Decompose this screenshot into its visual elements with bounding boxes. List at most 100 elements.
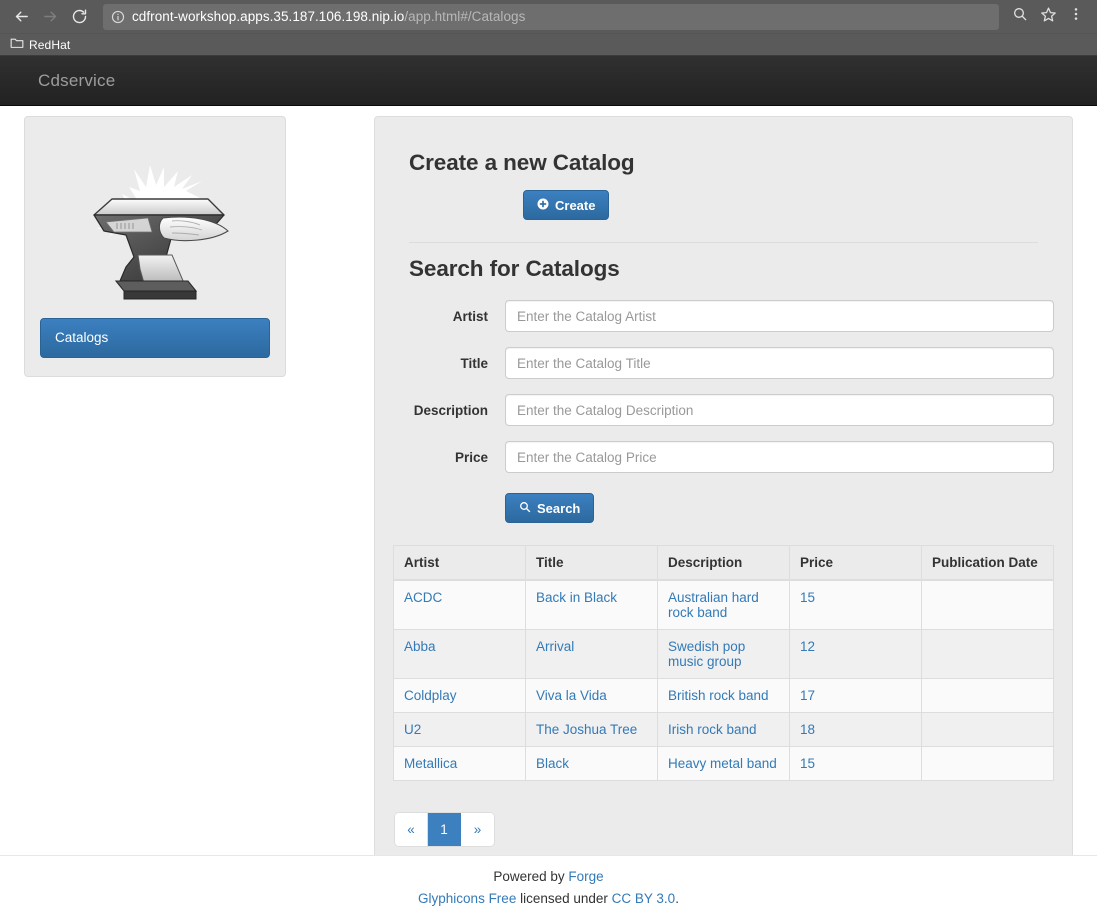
cell-artist: U2 [393, 712, 526, 747]
link-description[interactable]: British rock band [668, 688, 769, 703]
cell-publication-date [921, 579, 1054, 630]
form-row-price: Price [393, 441, 1054, 473]
table-head: Artist Title Description Price Publicati… [393, 545, 1054, 581]
page-info-icon[interactable] [111, 10, 125, 24]
browser-menu-button[interactable] [1063, 4, 1089, 30]
create-section-title: Create a new Catalog [409, 150, 635, 175]
bookmark-button[interactable] [1035, 4, 1061, 30]
search-input-artist[interactable] [505, 300, 1054, 332]
footer-link-ccby[interactable]: CC BY 3.0 [612, 891, 676, 906]
footer-line-license: Glyphicons Free licensed under CC BY 3.0… [0, 888, 1097, 909]
forward-button[interactable] [37, 4, 63, 30]
link-price[interactable]: 18 [800, 722, 815, 737]
plus-circle-icon [537, 198, 549, 212]
search-input-price[interactable] [505, 441, 1054, 473]
pagination-prev[interactable]: « [395, 813, 428, 846]
table-header-row: Artist Title Description Price Publicati… [393, 545, 1054, 581]
pagination-page-1[interactable]: 1 [428, 813, 461, 846]
page-content: Cdservice Catalogs Create a new Catalog … [0, 56, 1097, 909]
cell-price: 15 [789, 579, 922, 630]
sidebar-nav-list: Catalogs [40, 318, 270, 358]
link-title[interactable]: Black [536, 756, 569, 771]
link-artist[interactable]: Metallica [404, 756, 457, 771]
link-price[interactable]: 15 [800, 590, 815, 605]
link-title[interactable]: Arrival [536, 639, 574, 654]
pagination-next[interactable]: » [461, 813, 494, 846]
column-header-title: Title [525, 545, 658, 581]
cell-price: 17 [789, 678, 922, 713]
cell-description: Irish rock band [657, 712, 790, 747]
link-description[interactable]: Irish rock band [668, 722, 757, 737]
bookmark-item-redhat[interactable]: RedHat [6, 34, 76, 56]
reload-button[interactable] [66, 4, 92, 30]
cell-title: Viva la Vida [525, 678, 658, 713]
cell-price: 12 [789, 629, 922, 679]
magnifier-icon [519, 501, 531, 515]
link-title[interactable]: Back in Black [536, 590, 617, 605]
three-dot-menu-icon [1068, 6, 1084, 27]
table-row[interactable]: Abba Arrival Swedish pop music group 12 [393, 629, 1054, 679]
star-icon [1040, 6, 1057, 28]
link-artist[interactable]: Abba [404, 639, 436, 654]
cell-publication-date [921, 629, 1054, 679]
search-button-row: Search [393, 493, 1054, 523]
link-description[interactable]: Australian hard rock band [668, 590, 759, 620]
table-row[interactable]: ACDC Back in Black Australian hard rock … [393, 579, 1054, 630]
link-price[interactable]: 12 [800, 639, 815, 654]
search-button[interactable]: Search [505, 493, 595, 523]
cell-title: Black [525, 746, 658, 781]
cell-title: Arrival [525, 629, 658, 679]
browser-toolbar: cdfront-workshop.apps.35.187.106.198.nip… [0, 0, 1097, 33]
reload-icon [71, 8, 88, 25]
url-path: /app.html#/Catalogs [404, 9, 526, 24]
cell-publication-date [921, 678, 1054, 713]
table-row[interactable]: Metallica Black Heavy metal band 15 [393, 746, 1054, 781]
main-panel: Create a new Catalog Create Search for C… [374, 116, 1073, 873]
label-title: Title [460, 355, 488, 371]
table-row[interactable]: Coldplay Viva la Vida British rock band … [393, 678, 1054, 713]
back-button[interactable] [8, 4, 34, 30]
cell-artist: Coldplay [393, 678, 526, 713]
footer-license-text: licensed under [516, 891, 612, 907]
footer-link-forge[interactable]: Forge [568, 869, 603, 884]
cell-price: 18 [789, 712, 922, 747]
sidebar-item-catalogs[interactable]: Catalogs [40, 318, 270, 358]
address-bar[interactable]: cdfront-workshop.apps.35.187.106.198.nip… [103, 3, 999, 30]
omnibox-search-button[interactable] [1007, 4, 1033, 30]
footer-license-suffix: . [675, 891, 679, 907]
column-header-artist: Artist [393, 545, 526, 581]
search-input-title[interactable] [505, 347, 1054, 379]
link-price[interactable]: 17 [800, 688, 815, 703]
cell-publication-date [921, 746, 1054, 781]
back-arrow-icon [13, 8, 30, 25]
table-body: ACDC Back in Black Australian hard rock … [393, 579, 1054, 781]
link-artist[interactable]: ACDC [404, 590, 442, 605]
cell-publication-date [921, 712, 1054, 747]
search-section-title: Search for Catalogs [409, 256, 620, 281]
navbar-brand[interactable]: Cdservice [0, 71, 115, 91]
link-description[interactable]: Swedish pop music group [668, 639, 745, 669]
label-price: Price [454, 449, 488, 465]
cell-title: The Joshua Tree [525, 712, 658, 747]
link-artist[interactable]: U2 [404, 722, 421, 737]
section-divider [409, 242, 1038, 243]
link-description[interactable]: Heavy metal band [668, 756, 777, 771]
app-body: Catalogs Create a new Catalog Create Sea… [0, 106, 1097, 873]
create-button[interactable]: Create [523, 190, 610, 220]
cell-artist: Abba [393, 629, 526, 679]
footer-link-glyphicons[interactable]: Glyphicons Free [418, 891, 516, 906]
bookmark-label: RedHat [29, 37, 71, 52]
footer-powered-by-text: Powered by [493, 869, 569, 884]
search-icon [1012, 6, 1028, 27]
label-description: Description [413, 402, 488, 418]
bookmarks-bar: RedHat [0, 33, 1097, 55]
form-row-description: Description [393, 394, 1054, 426]
link-title[interactable]: Viva la Vida [536, 688, 607, 703]
link-title[interactable]: The Joshua Tree [536, 722, 637, 737]
cell-description: Australian hard rock band [657, 579, 790, 630]
link-price[interactable]: 15 [800, 756, 815, 771]
search-input-description[interactable] [505, 394, 1054, 426]
column-header-price: Price [789, 545, 922, 581]
table-row[interactable]: U2 The Joshua Tree Irish rock band 18 [393, 712, 1054, 747]
link-artist[interactable]: Coldplay [404, 688, 457, 703]
